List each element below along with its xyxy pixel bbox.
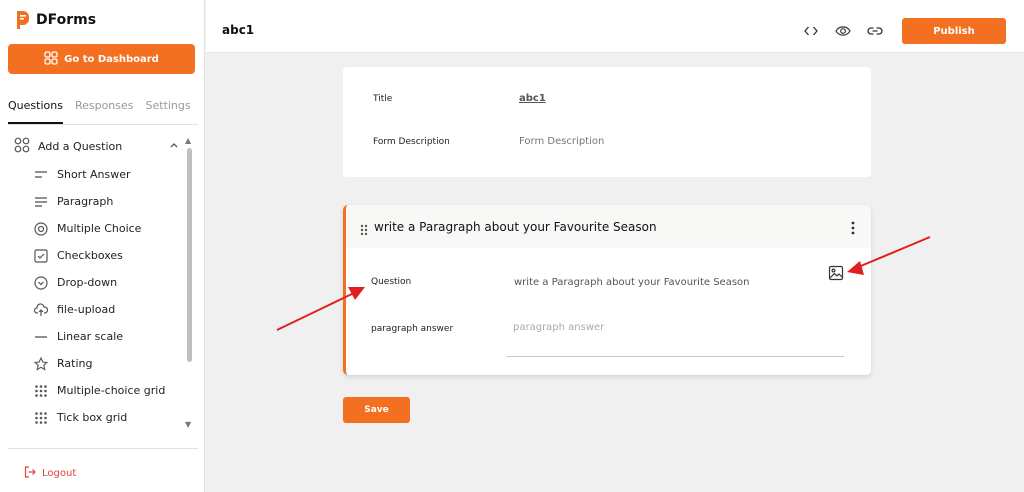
upload-icon [34,302,48,317]
question-card: write a Paragraph about your Favourite S… [343,205,871,375]
publish-button[interactable]: Publish [902,18,1006,44]
answer-underline [506,356,844,357]
chevron-up-icon [169,140,179,153]
question-type-multiple-choice[interactable]: Multiple Choice [34,215,184,242]
drag-handle-icon[interactable] [360,221,368,240]
question-card-header: write a Paragraph about your Favourite S… [346,205,871,248]
question-input[interactable]: write a Paragraph about your Favourite S… [514,277,750,288]
answer-preview-field: paragraph answer [513,322,605,333]
question-type-rating[interactable]: Rating [34,350,184,377]
app-name: DForms [36,12,97,28]
sidebar-tabs: Questions Responses Settings [8,96,198,124]
question-label: Question [371,277,412,287]
top-bar: abc1 Publish [206,0,1024,53]
question-card-title: write a Paragraph about your Favourite S… [374,220,657,234]
question-type-multiple-choice-grid[interactable]: Multiple-choice grid [34,377,184,404]
sidebar-divider [8,448,198,449]
image-icon[interactable] [828,265,844,285]
form-info-card: Title abc1 Form Description Form Descrip… [343,67,871,177]
question-type-checkboxes[interactable]: Checkboxes [34,242,184,269]
question-type-label: Multiple Choice [57,222,142,235]
tab-responses[interactable]: Responses [75,96,134,124]
scroll-up-arrow-icon[interactable]: ▲ [185,136,191,145]
question-type-label: Checkboxes [57,249,123,262]
question-type-paragraph[interactable]: Paragraph [34,188,184,215]
tabs-divider [8,124,198,125]
question-type-short-answer[interactable]: Short Answer [34,161,184,188]
link-icon[interactable] [866,22,884,40]
logo: DForms [16,10,96,30]
more-options-icon[interactable] [851,220,855,239]
description-field[interactable]: Form Description [519,136,604,147]
logout-label: Logout [42,468,77,479]
paragraph-icon [34,195,48,209]
answer-label: paragraph answer [371,324,454,334]
star-icon [34,356,48,371]
description-label: Form Description [373,137,450,147]
scroll-down-arrow-icon[interactable]: ▼ [185,420,191,429]
dforms-logo-icon [16,10,30,30]
question-type-label: Paragraph [57,195,114,208]
grid-icon [34,411,48,425]
logout-icon [24,466,36,481]
sidebar-scrollbar[interactable] [187,148,192,362]
logout-button[interactable]: Logout [24,466,76,481]
question-type-file-upload[interactable]: file-upload [34,296,184,323]
sidebar: DForms Go to Dashboard Questions Respons… [0,0,205,492]
title-label: Title [373,94,393,104]
question-type-list: Short Answer Paragraph Multiple Choice C… [34,161,184,431]
tab-settings[interactable]: Settings [146,96,191,124]
add-question-toggle[interactable]: Add a Question [14,137,179,156]
go-to-dashboard-button[interactable]: Go to Dashboard [8,44,195,74]
short-answer-icon [34,168,48,182]
dropdown-icon [34,275,48,290]
add-question-icon [14,137,30,156]
dashboard-icon [44,50,58,68]
title-field[interactable]: abc1 [519,93,546,104]
question-type-tick-box-grid[interactable]: Tick box grid [34,404,184,431]
question-type-label: Multiple-choice grid [57,384,166,397]
grid-icon [34,384,48,398]
question-type-drop-down[interactable]: Drop-down [34,269,184,296]
radio-icon [34,221,48,236]
dashboard-label: Go to Dashboard [64,53,159,65]
add-question-label: Add a Question [38,140,123,153]
question-type-linear-scale[interactable]: Linear scale [34,323,184,350]
question-type-label: Drop-down [57,276,118,289]
tab-questions[interactable]: Questions [8,96,63,124]
question-type-label: Short Answer [57,168,131,181]
form-name: abc1 [222,23,255,37]
checkbox-icon [34,248,48,263]
preview-eye-icon[interactable] [834,22,852,40]
question-type-label: Tick box grid [57,411,128,424]
code-icon[interactable] [802,22,820,40]
question-type-label: Rating [57,357,93,370]
question-type-label: Linear scale [57,330,124,343]
linear-scale-icon [34,330,48,344]
save-button[interactable]: Save [343,397,410,423]
question-type-label: file-upload [57,303,116,316]
